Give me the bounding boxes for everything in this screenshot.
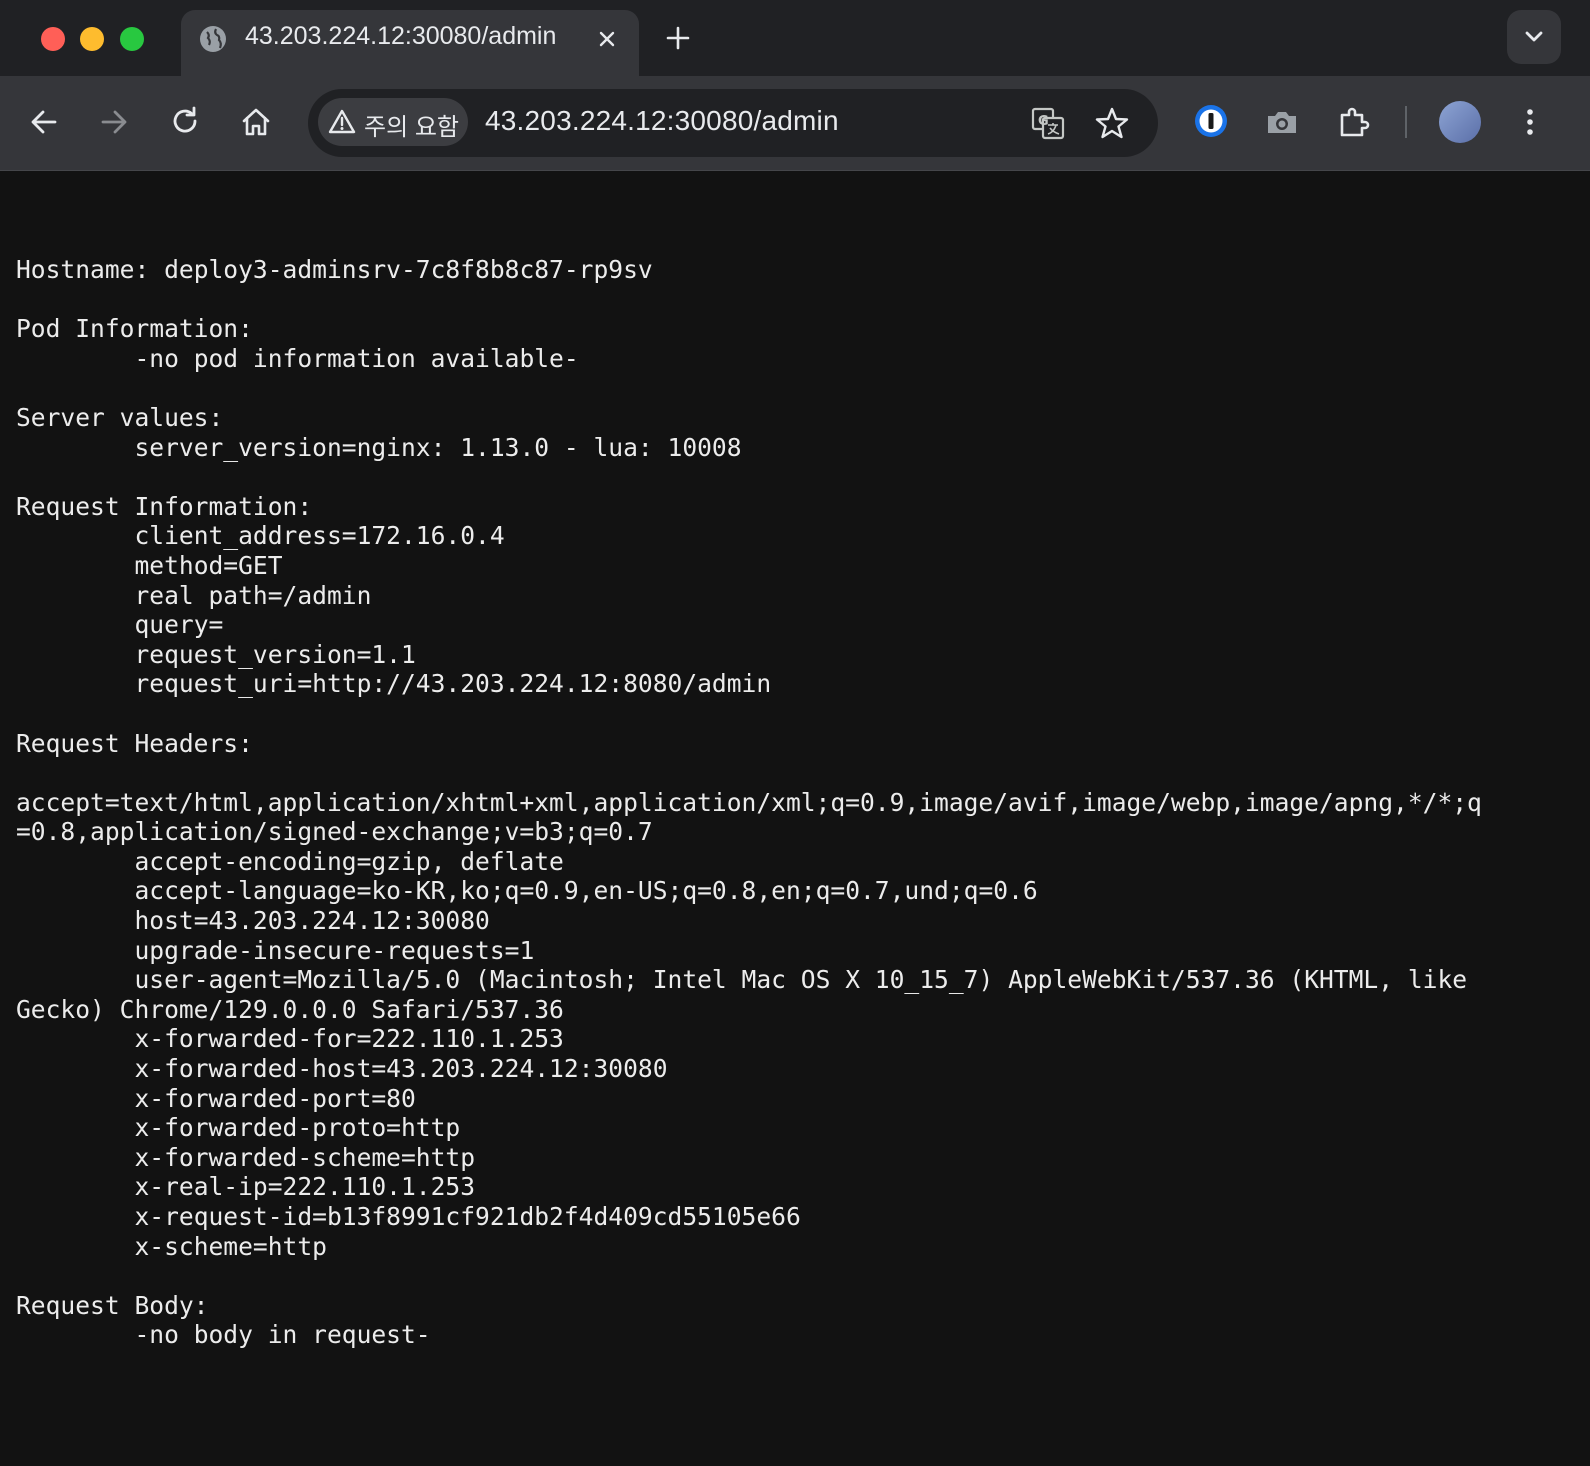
new-tab-icon[interactable] (664, 24, 692, 52)
browser-toolbar: 주의 요함 43.203.224.12:30080/admin G (0, 76, 1590, 171)
header-line: x-forwarded-port=80 (134, 1083, 416, 1113)
header-line: upgrade-insecure-requests=1 (134, 935, 535, 965)
request-info-line: request_version=1.1 (134, 639, 416, 669)
header-line: x-real-ip=222.110.1.253 (134, 1172, 476, 1202)
translate-icon[interactable]: G (1030, 105, 1066, 141)
header-user-agent-cont: Gecko) Chrome/129.0.0.0 Safari/537.36 (16, 994, 564, 1024)
camera-icon[interactable] (1262, 102, 1302, 142)
toolbar-separator (1405, 106, 1407, 138)
tab-bar: 43.203.224.12:30080/admin (0, 0, 1590, 76)
chevron-down-icon (1525, 31, 1543, 42)
header-line: x-request-id=b13f8991cf921db2f4d409cd551… (134, 1202, 801, 1231)
hostname-value: deploy3-adminsrv-7c8f8b8c87-rp9sv (164, 255, 653, 284)
echo-response-text: Hostname: deploy3-adminsrv-7c8f8b8c87-rp… (16, 255, 1482, 1350)
pod-info-heading: Pod Information: (16, 314, 253, 344)
header-line: x-forwarded-for=222.110.1.253 (134, 1024, 564, 1054)
request-body-heading: Request Body: (16, 1290, 209, 1320)
svg-text:G: G (1038, 114, 1049, 129)
header-line: x-forwarded-scheme=http (134, 1142, 476, 1172)
server-version: server_version=nginx: 1.13.0 - lua: 1000… (134, 432, 742, 462)
url-text[interactable]: 43.203.224.12:30080/admin (485, 105, 839, 137)
tab-search-button[interactable] (1507, 10, 1561, 64)
header-line: accept-encoding=gzip, deflate (134, 846, 564, 876)
request-body-value: -no body in request- (134, 1320, 431, 1350)
header-line: x-forwarded-proto=http (134, 1113, 461, 1143)
close-tab-icon[interactable] (595, 27, 619, 51)
security-chip-label: 주의 요함 (364, 114, 459, 141)
request-info-line: real path=/admin (134, 580, 372, 610)
request-info-line: method=GET (134, 550, 283, 580)
extensions-icon[interactable] (1334, 102, 1374, 142)
star-icon[interactable] (1094, 105, 1130, 141)
globe-icon (200, 26, 226, 52)
header-line: host=43.203.224.12:30080 (134, 906, 490, 936)
header-user-agent: user-agent=Mozilla/5.0 (Macintosh; Intel… (134, 965, 1468, 995)
menu-icon[interactable] (1510, 102, 1550, 142)
request-info-line: client_address=172.16.0.4 (134, 521, 505, 551)
warning-icon (328, 109, 356, 134)
reload-icon[interactable] (165, 102, 205, 142)
request-info-line: query= (134, 610, 224, 640)
security-chip[interactable]: 주의 요함 (318, 98, 468, 146)
header-line: x-scheme=http (134, 1231, 327, 1261)
forward-icon[interactable] (94, 102, 134, 142)
header-line: x-forwarded-host=43.203.224.12:30080 (134, 1054, 668, 1084)
hostname-label: Hostname: (16, 255, 165, 284)
address-bar[interactable]: 주의 요함 43.203.224.12:30080/admin G (308, 89, 1158, 157)
browser-tab-active[interactable]: 43.203.224.12:30080/admin (181, 10, 639, 76)
profile-avatar[interactable] (1439, 101, 1481, 143)
minimize-window-button[interactable] (80, 27, 104, 51)
home-icon[interactable] (236, 102, 276, 142)
header-line: accept-language=ko-KR,ko;q=0.9,en-US;q=0… (134, 876, 1038, 906)
browser-window: 43.203.224.12:30080/admin 주의 요함 43.203.2… (0, 0, 1590, 1466)
page-content: Hostname: deploy3-adminsrv-7c8f8b8c87-rp… (0, 171, 1590, 1466)
request-info-line: request_uri=http://43.203.224.12:8080/ad… (134, 669, 772, 699)
password-manager-icon[interactable] (1190, 100, 1232, 142)
request-headers-heading: Request Headers: (16, 728, 253, 758)
header-accept-cont: =0.8,application/signed-exchange;v=b3;q=… (16, 817, 653, 847)
request-info-heading: Request Information: (16, 491, 313, 521)
back-icon[interactable] (24, 102, 64, 142)
maximize-window-button[interactable] (120, 27, 144, 51)
header-accept: accept=text/html,application/xhtml+xml,a… (16, 787, 1482, 817)
server-values-heading: Server values: (16, 402, 224, 432)
tab-title: 43.203.224.12:30080/admin (245, 22, 557, 50)
close-window-button[interactable] (41, 27, 65, 51)
pod-info-value: -no pod information available- (134, 343, 579, 373)
